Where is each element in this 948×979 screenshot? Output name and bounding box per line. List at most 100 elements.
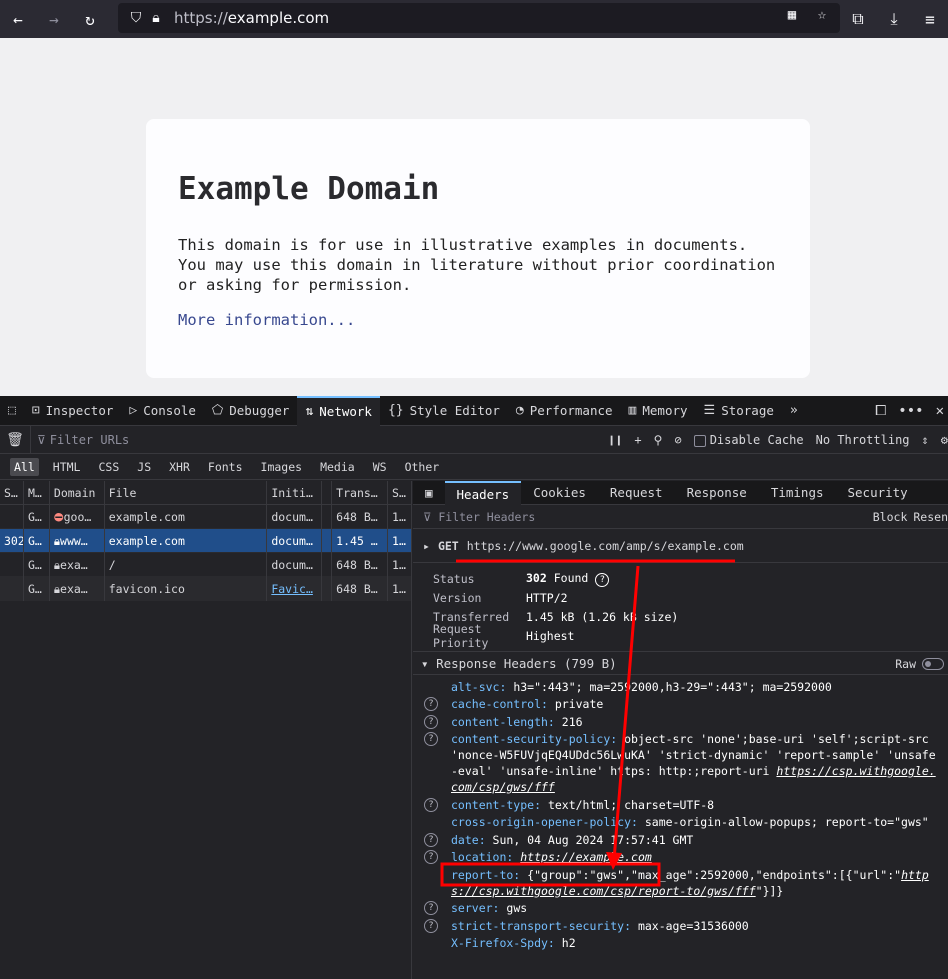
help-icon[interactable]: ?: [424, 797, 438, 812]
header-row[interactable]: ? cache-control: private: [413, 696, 948, 712]
column-file[interactable]: File: [105, 480, 268, 505]
help-icon[interactable]: ?: [424, 697, 438, 711]
resend-button[interactable]: Resen: [913, 510, 948, 524]
help-icon[interactable]: ?: [424, 714, 438, 729]
more-tabs-icon[interactable]: »: [782, 396, 806, 426]
table-row[interactable]: G… 🔒︎exa… / docum… 648 B… 1…: [0, 552, 411, 577]
tab-storage[interactable]: ☰ Storage: [696, 396, 782, 426]
raw-toggle[interactable]: [922, 658, 944, 670]
request-url-row[interactable]: ▸ GET https://www.google.com/amp/s/examp…: [413, 529, 948, 563]
gear-icon[interactable]: ⚙: [941, 433, 948, 447]
reload-icon[interactable]: ↻: [72, 1, 108, 37]
header-row[interactable]: X-Firefox-Spdy: h2: [413, 935, 948, 951]
sidebar-toggle-icon[interactable]: ▣: [413, 481, 445, 505]
filter-urls-input[interactable]: ⊽ Filter URLs: [30, 425, 129, 454]
block-icon[interactable]: ⊘: [674, 433, 681, 447]
tab-timings[interactable]: Timings: [759, 481, 836, 505]
detail-tabs: ▣ Headers Cookies Request Response Timin…: [413, 481, 948, 505]
help-icon[interactable]: ?: [424, 832, 438, 847]
tab-inspector[interactable]: ⊡ Inspector: [24, 396, 122, 426]
header-row[interactable]: ? content-length: 216: [413, 714, 948, 730]
tab-style-editor[interactable]: {} Style Editor: [380, 396, 508, 426]
help-icon[interactable]: ?: [424, 918, 438, 933]
tab-headers[interactable]: Headers: [444, 481, 522, 505]
column-status[interactable]: S…: [0, 480, 24, 505]
tab-console[interactable]: ▷ Console: [121, 396, 204, 426]
url-bar[interactable]: ⛉ 🔒︎ https://example.com ▦ ☆: [118, 3, 840, 33]
header-row[interactable]: alt-svc: h3=":443"; ma=2592000,h3-29=":4…: [413, 679, 948, 695]
header-row[interactable]: ? location: https://example.com: [413, 849, 948, 865]
header-row[interactable]: ? date: Sun, 04 Aug 2024 17:57:41 GMT: [413, 832, 948, 848]
type-ws[interactable]: WS: [369, 458, 391, 476]
close-icon[interactable]: ✕: [936, 403, 944, 419]
column-method[interactable]: M…: [24, 480, 50, 505]
tab-performance[interactable]: ◔ Performance: [508, 396, 621, 426]
help-icon[interactable]: ?: [595, 572, 610, 587]
column-domain[interactable]: Domain: [50, 480, 105, 505]
more-information-link[interactable]: More information...: [178, 311, 355, 329]
header-link[interactable]: https://example.com: [520, 850, 652, 864]
type-fonts[interactable]: Fonts: [204, 458, 247, 476]
tab-memory[interactable]: ▥ Memory: [621, 396, 696, 426]
table-row[interactable]: G… 🔒︎exa… favicon.ico Favic… 648 B… 1…: [0, 576, 411, 601]
shield-icon[interactable]: ⛉: [126, 10, 146, 26]
tab-debugger[interactable]: ⬠ Debugger: [204, 396, 298, 426]
overflow-menu-icon[interactable]: •••: [898, 403, 923, 419]
performance-icon: ◔: [515, 403, 524, 418]
header-name: content-length:: [451, 714, 555, 729]
type-html[interactable]: HTML: [49, 458, 85, 476]
tab-network[interactable]: ⇅ Network: [297, 395, 380, 426]
trash-icon[interactable]: 🗑︎: [0, 432, 30, 448]
response-headers-list: alt-svc: h3=":443"; ma=2592000,h3-29=":4…: [413, 675, 948, 951]
help-icon[interactable]: ?: [424, 732, 438, 746]
header-row[interactable]: ? content-security-policy: object-src 'no…: [413, 731, 948, 795]
pause-icon[interactable]: ❙❙: [608, 433, 622, 447]
table-row[interactable]: G… ⛔︎goo… example.com docum… 648 B… 1…: [0, 504, 411, 529]
type-js[interactable]: JS: [133, 458, 155, 476]
type-css[interactable]: CSS: [94, 458, 123, 476]
header-row[interactable]: report-to: {"group":"gws","max_age":2592…: [413, 867, 948, 899]
response-headers-section[interactable]: ▾ Response Headers (799 B) Raw: [413, 651, 948, 675]
expand-icon[interactable]: ▸: [423, 539, 430, 553]
dock-icon[interactable]: ⧠: [875, 403, 886, 419]
help-icon[interactable]: ?: [424, 901, 438, 915]
column-size[interactable]: S…: [388, 481, 411, 505]
type-other[interactable]: Other: [401, 458, 444, 476]
header-row[interactable]: cross-origin-opener-policy: same-origin-…: [413, 814, 948, 830]
type-media[interactable]: Media: [316, 458, 359, 476]
page-content: Example Domain This domain is for use in…: [0, 38, 948, 396]
header-row[interactable]: ? strict-transport-security: max-age=3153…: [413, 918, 948, 934]
disable-cache-checkbox[interactable]: Disable Cache: [693, 433, 804, 447]
forward-icon[interactable]: →: [36, 1, 72, 37]
element-picker-icon[interactable]: ⬚: [0, 396, 24, 426]
table-row[interactable]: 302 G… 🔒︎www… example.com docum… 1.45 … …: [0, 528, 411, 553]
url-text[interactable]: https://example.com: [174, 9, 329, 27]
initiator-link[interactable]: Favic…: [271, 582, 313, 596]
qr-code-icon[interactable]: ▦: [782, 7, 802, 23]
tab-cookies[interactable]: Cookies: [521, 481, 598, 505]
type-all[interactable]: All: [10, 457, 39, 476]
lock-icon[interactable]: 🔒︎: [146, 10, 166, 26]
type-images[interactable]: Images: [257, 458, 307, 476]
add-icon[interactable]: +: [634, 433, 641, 447]
column-type[interactable]: [322, 480, 333, 505]
tab-request[interactable]: Request: [598, 481, 675, 505]
header-row[interactable]: ? content-type: text/html; charset=UTF-8: [413, 797, 948, 813]
column-initiator[interactable]: Initi…: [267, 480, 323, 505]
request-url: https://www.google.com/amp/s/example.com: [466, 538, 744, 553]
back-icon[interactable]: ←: [0, 1, 36, 37]
column-transferred[interactable]: Trans…: [332, 480, 389, 505]
bookmark-star-icon[interactable]: ☆: [812, 7, 832, 23]
block-button[interactable]: Block: [873, 510, 908, 524]
downloads-icon[interactable]: ⤓: [876, 1, 912, 37]
filter-headers-input[interactable]: ⊽ Filter Headers Block Resen: [413, 505, 948, 529]
type-xhr[interactable]: XHR: [165, 458, 194, 476]
header-row[interactable]: ? server: gws: [413, 900, 948, 916]
throttling-select[interactable]: No Throttling: [816, 433, 910, 447]
search-icon[interactable]: ⚲: [654, 433, 663, 447]
tab-response[interactable]: Response: [675, 481, 759, 505]
menu-icon[interactable]: ≡: [912, 1, 948, 37]
extensions-icon[interactable]: ⧉: [840, 1, 876, 37]
help-icon[interactable]: ?: [424, 850, 438, 864]
tab-security[interactable]: Security: [836, 481, 920, 505]
